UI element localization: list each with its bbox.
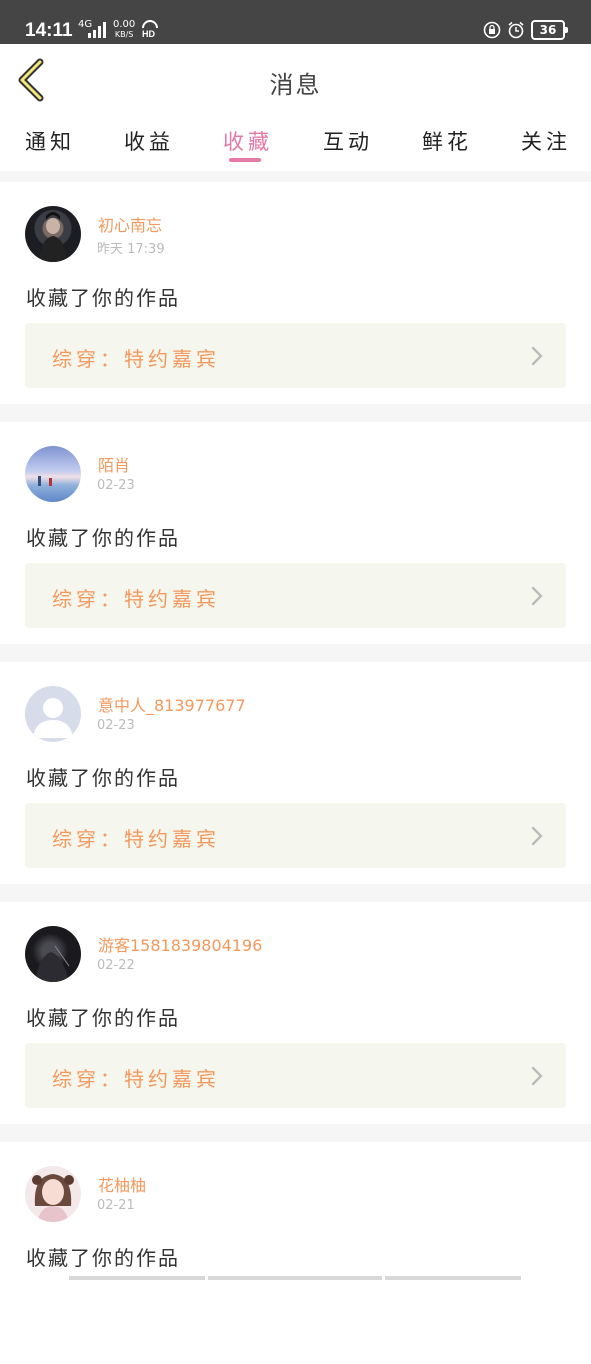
- message-time: 02-23: [97, 478, 135, 493]
- work-link[interactable]: 综穿：特约嘉宾: [25, 803, 566, 868]
- avatar[interactable]: [25, 206, 81, 262]
- work-title: 综穿：特约嘉宾: [52, 347, 220, 371]
- avatar-figure-icon: [35, 945, 70, 982]
- avatar-figure-icon: [32, 1174, 74, 1222]
- message-time: 02-22: [97, 958, 135, 973]
- list-item: 初心南忘 昨天 17:39 收藏了你的作品 综穿：特约嘉宾: [0, 182, 591, 404]
- work-link[interactable]: 综穿：特约嘉宾: [25, 323, 566, 388]
- avatar[interactable]: [25, 1166, 81, 1222]
- rotation-lock-icon: [483, 21, 501, 39]
- action-text: 收藏了你的作品: [26, 526, 180, 550]
- message-time: 02-23: [97, 718, 135, 733]
- network-speed: 0.00 KB/S: [113, 20, 135, 40]
- avatar[interactable]: [25, 686, 81, 742]
- chevron-right-icon: [531, 1066, 543, 1086]
- tab-flowers[interactable]: 鲜花: [422, 126, 472, 156]
- chevron-right-icon: [531, 586, 543, 606]
- username[interactable]: 花柚柚: [98, 1172, 146, 1196]
- default-user-icon: [33, 698, 73, 738]
- avatar-figure-icon: [39, 212, 67, 262]
- signal-icon: [88, 22, 106, 38]
- page-title: 消息: [269, 71, 322, 99]
- action-text: 收藏了你的作品: [26, 1246, 180, 1270]
- work-link[interactable]: 综穿：特约嘉宾: [25, 563, 566, 628]
- work-title: 综穿：特约嘉宾: [52, 827, 220, 851]
- work-link[interactable]: 综穿：特约嘉宾: [25, 1043, 566, 1108]
- gesture-segment: [69, 1276, 205, 1280]
- battery-icon: 36: [531, 20, 568, 40]
- avatar-scene-icon: [38, 476, 52, 486]
- action-text: 收藏了你的作品: [26, 766, 180, 790]
- avatar[interactable]: [25, 926, 81, 982]
- gesture-segment: [385, 1276, 521, 1280]
- message-time: 02-21: [97, 1198, 135, 1213]
- list-item: 花柚柚 02-21 收藏了你的作品: [0, 1142, 591, 1364]
- username[interactable]: 初心南忘: [98, 212, 162, 236]
- hd-icon: HD: [142, 20, 158, 38]
- tab-earnings[interactable]: 收益: [124, 126, 174, 156]
- avatar[interactable]: [25, 446, 81, 502]
- action-text: 收藏了你的作品: [26, 1006, 180, 1030]
- work-title: 综穿：特约嘉宾: [52, 587, 220, 611]
- speed-value: 0.00: [113, 19, 136, 30]
- app-header: 消息: [0, 44, 591, 117]
- status-bar: 14:11 4G 0.00 KB/S HD 36: [0, 0, 591, 44]
- action-text: 收藏了你的作品: [26, 286, 180, 310]
- username[interactable]: 意中人_813977677: [98, 692, 246, 716]
- list-item: 游客1581839804196 02-22 收藏了你的作品 综穿：特约嘉宾: [0, 902, 591, 1124]
- username[interactable]: 游客1581839804196: [98, 932, 262, 956]
- status-right-icons: 36: [483, 20, 568, 40]
- gesture-bar: [0, 1276, 591, 1280]
- status-time: 14:11: [25, 20, 73, 41]
- list-item: 意中人_813977677 02-23 收藏了你的作品 综穿：特约嘉宾: [0, 662, 591, 884]
- active-tab-indicator: [229, 158, 261, 162]
- message-time: 昨天 17:39: [97, 242, 165, 257]
- gesture-segment: [208, 1276, 382, 1280]
- svg-text:HD: HD: [142, 29, 155, 38]
- tab-notifications[interactable]: 通知: [25, 126, 75, 156]
- tab-interactions[interactable]: 互动: [323, 126, 373, 156]
- tab-follows[interactable]: 关注: [521, 126, 571, 156]
- work-title: 综穿：特约嘉宾: [52, 1067, 220, 1091]
- chevron-right-icon: [531, 346, 543, 366]
- message-tabs: 通知 收益 收藏 互动 鲜花 关注: [0, 116, 591, 171]
- tab-favorites[interactable]: 收藏: [223, 126, 273, 156]
- chevron-right-icon: [531, 826, 543, 846]
- speed-unit: KB/S: [114, 30, 134, 39]
- list-item: 陌肖 02-23 收藏了你的作品 综穿：特约嘉宾: [0, 422, 591, 644]
- username[interactable]: 陌肖: [98, 452, 130, 476]
- alarm-icon: [508, 21, 524, 39]
